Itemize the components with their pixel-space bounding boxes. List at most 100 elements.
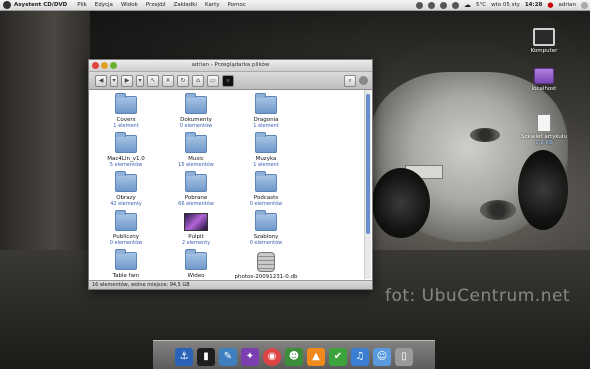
- car-wheel: [518, 150, 568, 230]
- search-button[interactable]: ⌕: [344, 74, 356, 87]
- desktop-icon-localhost[interactable]: localhost: [514, 68, 574, 92]
- file-item-count: 15 elementów: [178, 162, 214, 168]
- maximize-icon[interactable]: [110, 62, 117, 69]
- weather-icon[interactable]: ☁: [464, 1, 471, 9]
- mail-icon[interactable]: [427, 1, 435, 9]
- chrome-icon[interactable]: ◉: [263, 348, 281, 366]
- computer-icon: [533, 28, 555, 46]
- folder-icon: [185, 171, 207, 192]
- battery-icon[interactable]: [439, 1, 447, 9]
- minimize-icon[interactable]: [101, 62, 108, 69]
- status-bar: 16 elementów, wolne miejsce: 94,5 GB: [89, 280, 372, 289]
- file-item-count: 1 element: [113, 123, 139, 129]
- spinner-icon: [359, 76, 368, 85]
- file-item-count: 0 elementów: [109, 240, 143, 246]
- folder-icon: [115, 132, 137, 153]
- finder-icon[interactable]: ☺: [373, 348, 391, 366]
- up-button[interactable]: ↖: [147, 74, 159, 87]
- tasks-icon[interactable]: ✔: [329, 348, 347, 366]
- file-item[interactable]: Obrazy 42 elementy: [91, 171, 161, 207]
- file-item[interactable]: Mac4Lin_v1.0 5 elementów: [91, 132, 161, 168]
- desktop-icon-computer[interactable]: Komputer: [514, 28, 574, 54]
- folder-icon: [255, 210, 277, 231]
- menu-przejdz[interactable]: Przejdź: [146, 2, 166, 8]
- temperature[interactable]: 5°C: [476, 2, 486, 8]
- folder-icon: [115, 249, 137, 270]
- menu-zakladki[interactable]: Zakładki: [174, 2, 197, 8]
- folder-icon: [115, 93, 137, 114]
- file-item[interactable]: Pulpit 2 elementy: [161, 213, 231, 246]
- folder-icon: [255, 132, 277, 153]
- folder-icon: [255, 171, 277, 192]
- user-name[interactable]: adrian: [558, 2, 576, 8]
- folder-icon: [185, 249, 207, 270]
- file-item[interactable]: Music 15 elementów: [161, 132, 231, 168]
- window-titlebar[interactable]: adrian - Przeglądarka plików: [89, 60, 372, 72]
- file-item-count: 1 element: [253, 162, 279, 168]
- menu-widok[interactable]: Widok: [121, 2, 138, 8]
- user-icon[interactable]: ●: [547, 1, 553, 9]
- file-item-count: 42 elementy: [110, 201, 142, 207]
- pidgin-icon[interactable]: ☻: [285, 348, 303, 366]
- file-item[interactable]: Pobrane 66 elementów: [161, 171, 231, 207]
- vlc-icon[interactable]: ▲: [307, 348, 325, 366]
- back-button[interactable]: ◀: [95, 74, 107, 87]
- file-item[interactable]: Table fam: [91, 249, 161, 279]
- menu-pomoc[interactable]: Pomoc: [228, 2, 246, 8]
- music-icon[interactable]: ♫: [351, 348, 369, 366]
- folder-icon: [185, 132, 207, 153]
- file-item-count: 0 elementów: [249, 201, 283, 207]
- home-button[interactable]: ⌂: [192, 74, 204, 87]
- window-title: adrian - Przeglądarka plików: [191, 62, 270, 68]
- file-item[interactable]: Podcasts 0 elementów: [231, 171, 301, 207]
- file-item-count: 2 elementy: [181, 240, 211, 246]
- power-icon[interactable]: [581, 1, 588, 9]
- vertical-scrollbar[interactable]: [364, 90, 371, 279]
- file-item[interactable]: Covers 1 element: [91, 93, 161, 129]
- trash-icon[interactable]: ▯: [395, 348, 413, 366]
- watermark: fot: UbuCentrum.net: [385, 286, 571, 306]
- network-folder-icon: [534, 68, 554, 84]
- scrollbar-thumb[interactable]: [366, 94, 370, 234]
- file-item[interactable]: Publiczny 0 elementów: [91, 210, 161, 246]
- dock: ⚓ ▮ ✎ ✦ ◉ ☻ ▲ ✔ ♫ ☺ ▯: [153, 340, 435, 369]
- date[interactable]: wto 05 sty: [491, 2, 520, 8]
- file-item[interactable]: Dragonia 1 element: [231, 93, 301, 129]
- menu-edycja[interactable]: Edycja: [95, 2, 113, 8]
- folder-icon: [255, 93, 277, 114]
- reload-button[interactable]: ↻: [177, 74, 189, 87]
- quill-icon[interactable]: ✎: [219, 348, 237, 366]
- computer-button[interactable]: ▭: [207, 74, 219, 87]
- network-icon[interactable]: [415, 1, 423, 9]
- file-item[interactable]: Szablony 0 elementów: [231, 210, 301, 246]
- file-item-name: Table fam: [112, 273, 140, 279]
- back-history-icon[interactable]: ▾: [110, 74, 118, 87]
- terminal-button[interactable]: ▪: [222, 74, 234, 87]
- volume-icon[interactable]: [451, 1, 459, 9]
- file-item[interactable]: Wideo: [161, 249, 231, 279]
- apple-menu-icon[interactable]: [3, 1, 11, 9]
- terminal-icon[interactable]: ▮: [197, 348, 215, 366]
- file-item-count: 0 elementów: [249, 240, 283, 246]
- file-icon-view[interactable]: Covers 1 element Dokumenty 0 elementów Drago…: [89, 90, 364, 279]
- forward-button[interactable]: ▶: [121, 74, 133, 87]
- menu-karty[interactable]: Karty: [205, 2, 220, 8]
- stop-button[interactable]: ✕: [162, 74, 174, 87]
- desktop-icon-document[interactable]: Szkielet artykułu 1,2 KB: [514, 114, 574, 146]
- file-item-count: 5 elementów: [109, 162, 143, 168]
- car-tail-light: [470, 128, 500, 142]
- top-menubar: Asystent CD/DVD Plik Edycja Widok Przejd…: [0, 0, 590, 11]
- file-manager-window: adrian - Przeglądarka plików ◀ ▾ ▶ ▾ ↖ ✕…: [88, 59, 373, 290]
- file-item[interactable]: Dokumenty 0 elementów: [161, 93, 231, 129]
- forward-history-icon[interactable]: ▾: [136, 74, 144, 87]
- menu-plik[interactable]: Plik: [77, 2, 87, 8]
- file-item[interactable]: photos-20091231-0.db: [231, 252, 301, 279]
- clock[interactable]: 14:28: [525, 2, 543, 8]
- anchor-icon[interactable]: ⚓: [175, 348, 193, 366]
- app-menu[interactable]: Asystent CD/DVD: [14, 2, 67, 8]
- file-item[interactable]: Muzyka 1 element: [231, 132, 301, 168]
- inkscape-icon[interactable]: ✦: [241, 348, 259, 366]
- folder-icon: [115, 171, 137, 192]
- file-item-name: photos-20091231-0.db: [234, 274, 298, 279]
- close-icon[interactable]: [92, 62, 99, 69]
